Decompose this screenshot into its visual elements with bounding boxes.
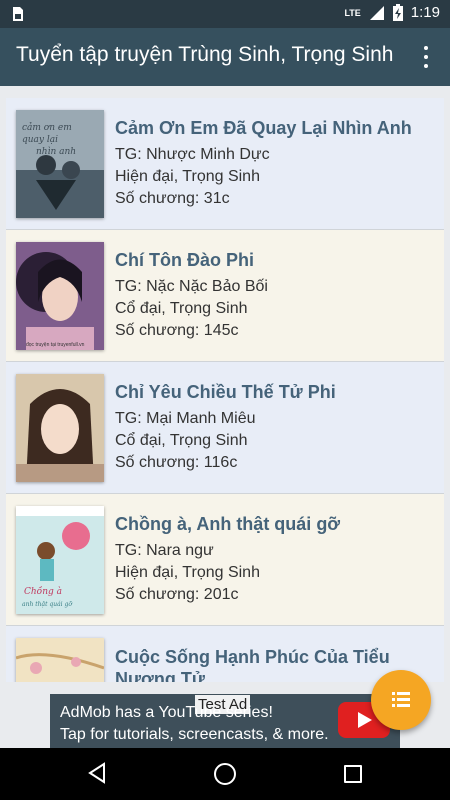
book-list[interactable]: cảm ơn em quay lại nhìn anh Cảm Ơn Em Đã…	[6, 98, 444, 682]
svg-text:Chồng à: Chồng à	[24, 586, 62, 597]
book-genre: Cổ đại, Trọng Sinh	[115, 432, 248, 449]
list-item-book-4[interactable]: Chồng à anh thật quái gỡ Chồng à, Anh th…	[6, 494, 444, 626]
more-vert-icon[interactable]	[414, 42, 438, 72]
book-chapters: Số chương: 145c	[115, 322, 239, 339]
book-chapters: Số chương: 31c	[115, 190, 230, 207]
list-item-book-2[interactable]: đọc truyện tại truyenfull.vn Chí Tôn Đào…	[6, 230, 444, 362]
app-title: Tuyển tập truyện Trùng Sinh, Trọng Sinh	[16, 43, 394, 66]
list-icon	[392, 692, 410, 707]
home-icon[interactable]	[214, 763, 236, 785]
sim-card-icon	[13, 7, 23, 21]
book-chapters: Số chương: 201c	[115, 586, 239, 603]
svg-text:đọc truyện tại truyenfull.vn: đọc truyện tại truyenfull.vn	[26, 342, 85, 348]
navigation-bar	[0, 748, 450, 800]
svg-text:nhìn anh: nhìn anh	[36, 146, 76, 157]
lte-signal-icon	[369, 5, 384, 20]
lte-label: LTE	[344, 7, 361, 18]
book-author: TG: Nặc Nặc Bảo Bối	[115, 278, 268, 295]
list-item-book-3[interactable]: Chỉ Yêu Chiều Thế Tử Phi TG: Mại Manh Mi…	[6, 362, 444, 494]
battery-charging-icon	[392, 4, 403, 21]
svg-text:quay lại: quay lại	[22, 135, 58, 145]
book-author: TG: Nara ngư	[115, 542, 214, 559]
svg-text:anh thật quái gỡ: anh thật quái gỡ	[22, 601, 73, 608]
book-cover	[16, 374, 104, 482]
book-title: Chí Tôn Đào Phi	[115, 250, 254, 270]
list-item-book-1[interactable]: cảm ơn em quay lại nhìn anh Cảm Ơn Em Đã…	[6, 98, 444, 230]
back-icon[interactable]	[86, 762, 108, 784]
status-bar: LTE 1:19	[0, 0, 450, 28]
book-title: Chỉ Yêu Chiều Thế Tử Phi	[115, 382, 336, 402]
ad-line-2: Tap for tutorials, screencasts, & more.	[60, 726, 329, 743]
book-cover: đọc truyện tại truyenfull.vn	[16, 242, 104, 350]
book-cover	[16, 638, 104, 682]
test-ad-label: Test Ad	[195, 695, 251, 714]
list-fab-button[interactable]	[371, 670, 431, 730]
book-cover: cảm ơn em quay lại nhìn anh	[16, 110, 104, 218]
book-chapters: Số chương: 116c	[115, 454, 238, 471]
book-cover: Chồng à anh thật quái gỡ	[16, 506, 104, 614]
book-author: TG: Nhược Minh Dực	[115, 146, 270, 163]
book-title: Cảm Ơn Em Đã Quay Lại Nhìn Anh	[115, 118, 412, 138]
clock: 1:19	[410, 4, 440, 21]
recents-icon[interactable]	[344, 765, 362, 783]
book-author: TG: Mại Manh Miêu	[115, 410, 256, 427]
svg-text:cảm ơn em: cảm ơn em	[22, 122, 72, 133]
book-genre: Hiện đại, Trọng Sinh	[115, 564, 260, 581]
book-genre: Hiện đại, Trọng Sinh	[115, 168, 260, 185]
book-title: Chồng à, Anh thật quái gỡ	[115, 514, 341, 534]
app-bar: Tuyển tập truyện Trùng Sinh, Trọng Sinh	[0, 28, 450, 86]
book-genre: Cổ đại, Trọng Sinh	[115, 300, 248, 317]
